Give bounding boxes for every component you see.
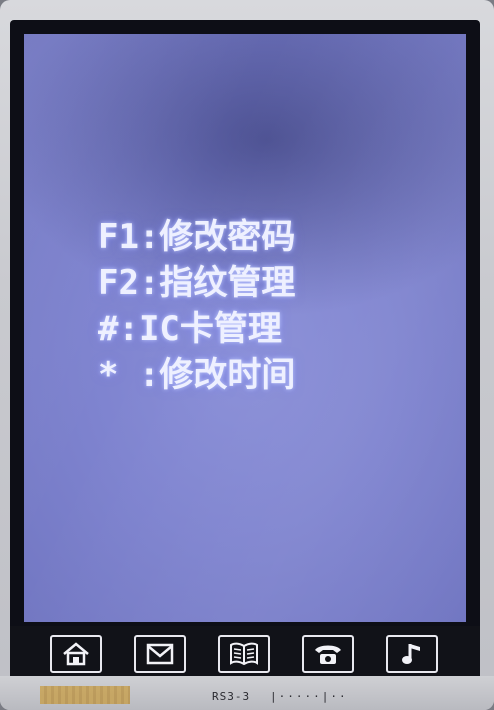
music-note-icon — [402, 644, 420, 664]
board-label: RS3-3 — [212, 690, 251, 703]
menu-item-change-password[interactable]: F1:修改密码 — [98, 214, 398, 260]
main-menu: F1:修改密码 F2:指纹管理 #:IC卡管理 * :修改时间 — [98, 214, 398, 398]
music-button[interactable] — [386, 635, 438, 673]
book-icon — [230, 642, 258, 666]
board-marks: |·····|·· — [270, 690, 348, 703]
softkey-bar — [10, 626, 480, 676]
mail-button[interactable] — [134, 635, 186, 673]
book-button[interactable] — [218, 635, 270, 673]
home-icon — [63, 642, 89, 666]
menu-item-change-time[interactable]: * :修改时间 — [98, 352, 398, 398]
menu-item-fingerprint-management[interactable]: F2:指纹管理 — [98, 260, 398, 306]
phone-icon — [315, 645, 341, 664]
phone-button[interactable] — [302, 635, 354, 673]
device-frame: F1:修改密码 F2:指纹管理 #:IC卡管理 * :修改时间 RS3-3 |·… — [0, 0, 494, 710]
home-button[interactable] — [50, 635, 102, 673]
mail-icon — [146, 643, 174, 665]
flex-connector — [40, 686, 130, 704]
menu-item-ic-card-management[interactable]: #:IC卡管理 — [98, 306, 398, 352]
